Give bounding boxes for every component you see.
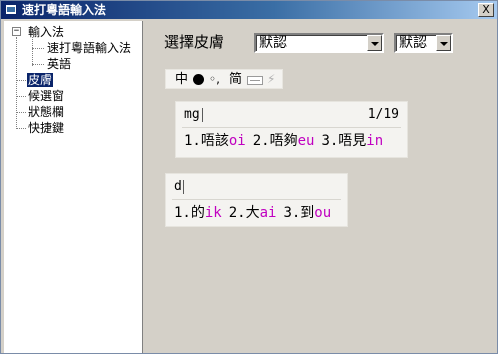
full-width-icon: [193, 74, 204, 85]
candidate-text: 唔夠: [269, 133, 298, 149]
tree-connector-root: [16, 37, 17, 129]
simplified-indicator: 简: [229, 72, 243, 87]
tree-connector: [16, 80, 26, 81]
close-button[interactable]: X: [478, 3, 494, 17]
tree-connector: [16, 128, 26, 129]
candidate-number: 3.: [283, 205, 301, 221]
candidate-code: ai: [259, 205, 277, 221]
lightning-icon: ⚡: [267, 72, 276, 86]
candidate-code: ik: [204, 205, 222, 221]
candidate-number: 2.: [228, 205, 246, 221]
composition-text: d: [174, 179, 182, 194]
tree-item-english[interactable]: 英語: [46, 57, 72, 71]
candidate-text: 大: [245, 205, 260, 221]
candidate-number: 1.: [174, 205, 191, 221]
tree-item-skin[interactable]: 皮膚: [27, 73, 54, 87]
keyboard-icon: [247, 76, 263, 85]
tree-item-hotkeys[interactable]: 快捷鍵: [27, 121, 65, 135]
choose-skin-label: 選擇皮膚: [164, 33, 225, 51]
tree-item-input-method[interactable]: 輸入法: [27, 25, 65, 39]
collapse-icon[interactable]: −: [12, 27, 21, 36]
chevron-down-icon[interactable]: [367, 35, 382, 51]
candidate-code: ou: [314, 205, 332, 221]
candidate-text: 到: [300, 205, 315, 221]
candidate-code: eu: [297, 133, 315, 149]
candidate-text: 唔該: [200, 133, 229, 149]
candidate-number: 2.: [252, 133, 270, 149]
tree-item-sooda-cantonese[interactable]: 速打粵語輸入法: [46, 41, 132, 55]
chevron-down-icon[interactable]: [436, 35, 451, 51]
candidate-text: 唔見: [338, 133, 367, 149]
candidate-list: 1.的ik 2.大ai 3.到ou: [174, 203, 331, 223]
punctuation-indicator: ◦,: [209, 72, 220, 86]
candidate-list: 1.唔該oi 2.唔夠eu 3.唔見in: [184, 131, 383, 151]
page-indicator: 1/19: [367, 107, 399, 122]
window-title: 速打粵語輸入法: [22, 3, 107, 17]
settings-window: 速打粵語輸入法 X − 輸入法 速打粵語輸入法 英語 皮膚 候選窗 狀態欄 快捷…: [0, 0, 498, 354]
candidate-number: 1.: [184, 133, 201, 149]
tree-connector-child: [32, 37, 33, 66]
composition-text: mg: [184, 107, 200, 122]
status-bar-preview: 中 ◦, 简 ⚡: [165, 69, 283, 89]
settings-tree: − 輸入法 速打粵語輸入法 英語 皮膚 候選窗 狀態欄 快捷鍵: [4, 21, 143, 353]
tree-connector: [32, 48, 44, 49]
tree-connector: [16, 112, 26, 113]
candidate-number: 3.: [321, 133, 339, 149]
tree-item-status-bar[interactable]: 狀態欄: [27, 105, 65, 119]
divider: [172, 199, 341, 200]
text-caret: [202, 108, 203, 122]
skin-select[interactable]: 默認: [254, 33, 384, 53]
divider: [182, 127, 401, 128]
app-icon: [5, 4, 17, 15]
candidate-preview-2: d 1.的ik 2.大ai 3.到ou: [165, 173, 348, 227]
candidate-code: oi: [228, 133, 246, 149]
tree-connector: [32, 64, 44, 65]
title-bar[interactable]: 速打粵語輸入法 X: [1, 1, 497, 19]
variant-select-value: 默認: [399, 35, 427, 51]
candidate-preview-1: mg 1/19 1.唔該oi 2.唔夠eu 3.唔見in: [175, 101, 408, 158]
skin-select-value: 默認: [259, 35, 287, 51]
text-caret: [183, 180, 184, 194]
tree-item-candidate-window[interactable]: 候選窗: [27, 89, 65, 103]
variant-select[interactable]: 默認: [394, 33, 453, 53]
chinese-mode-indicator: 中: [175, 72, 189, 87]
candidate-code: in: [366, 133, 384, 149]
tree-connector: [16, 96, 26, 97]
skin-panel: 選擇皮膚 默認 默認 中 ◦, 简 ⚡ mg 1/19 1.唔該oi 2.唔夠eu…: [144, 21, 497, 353]
candidate-text: 的: [190, 205, 205, 221]
